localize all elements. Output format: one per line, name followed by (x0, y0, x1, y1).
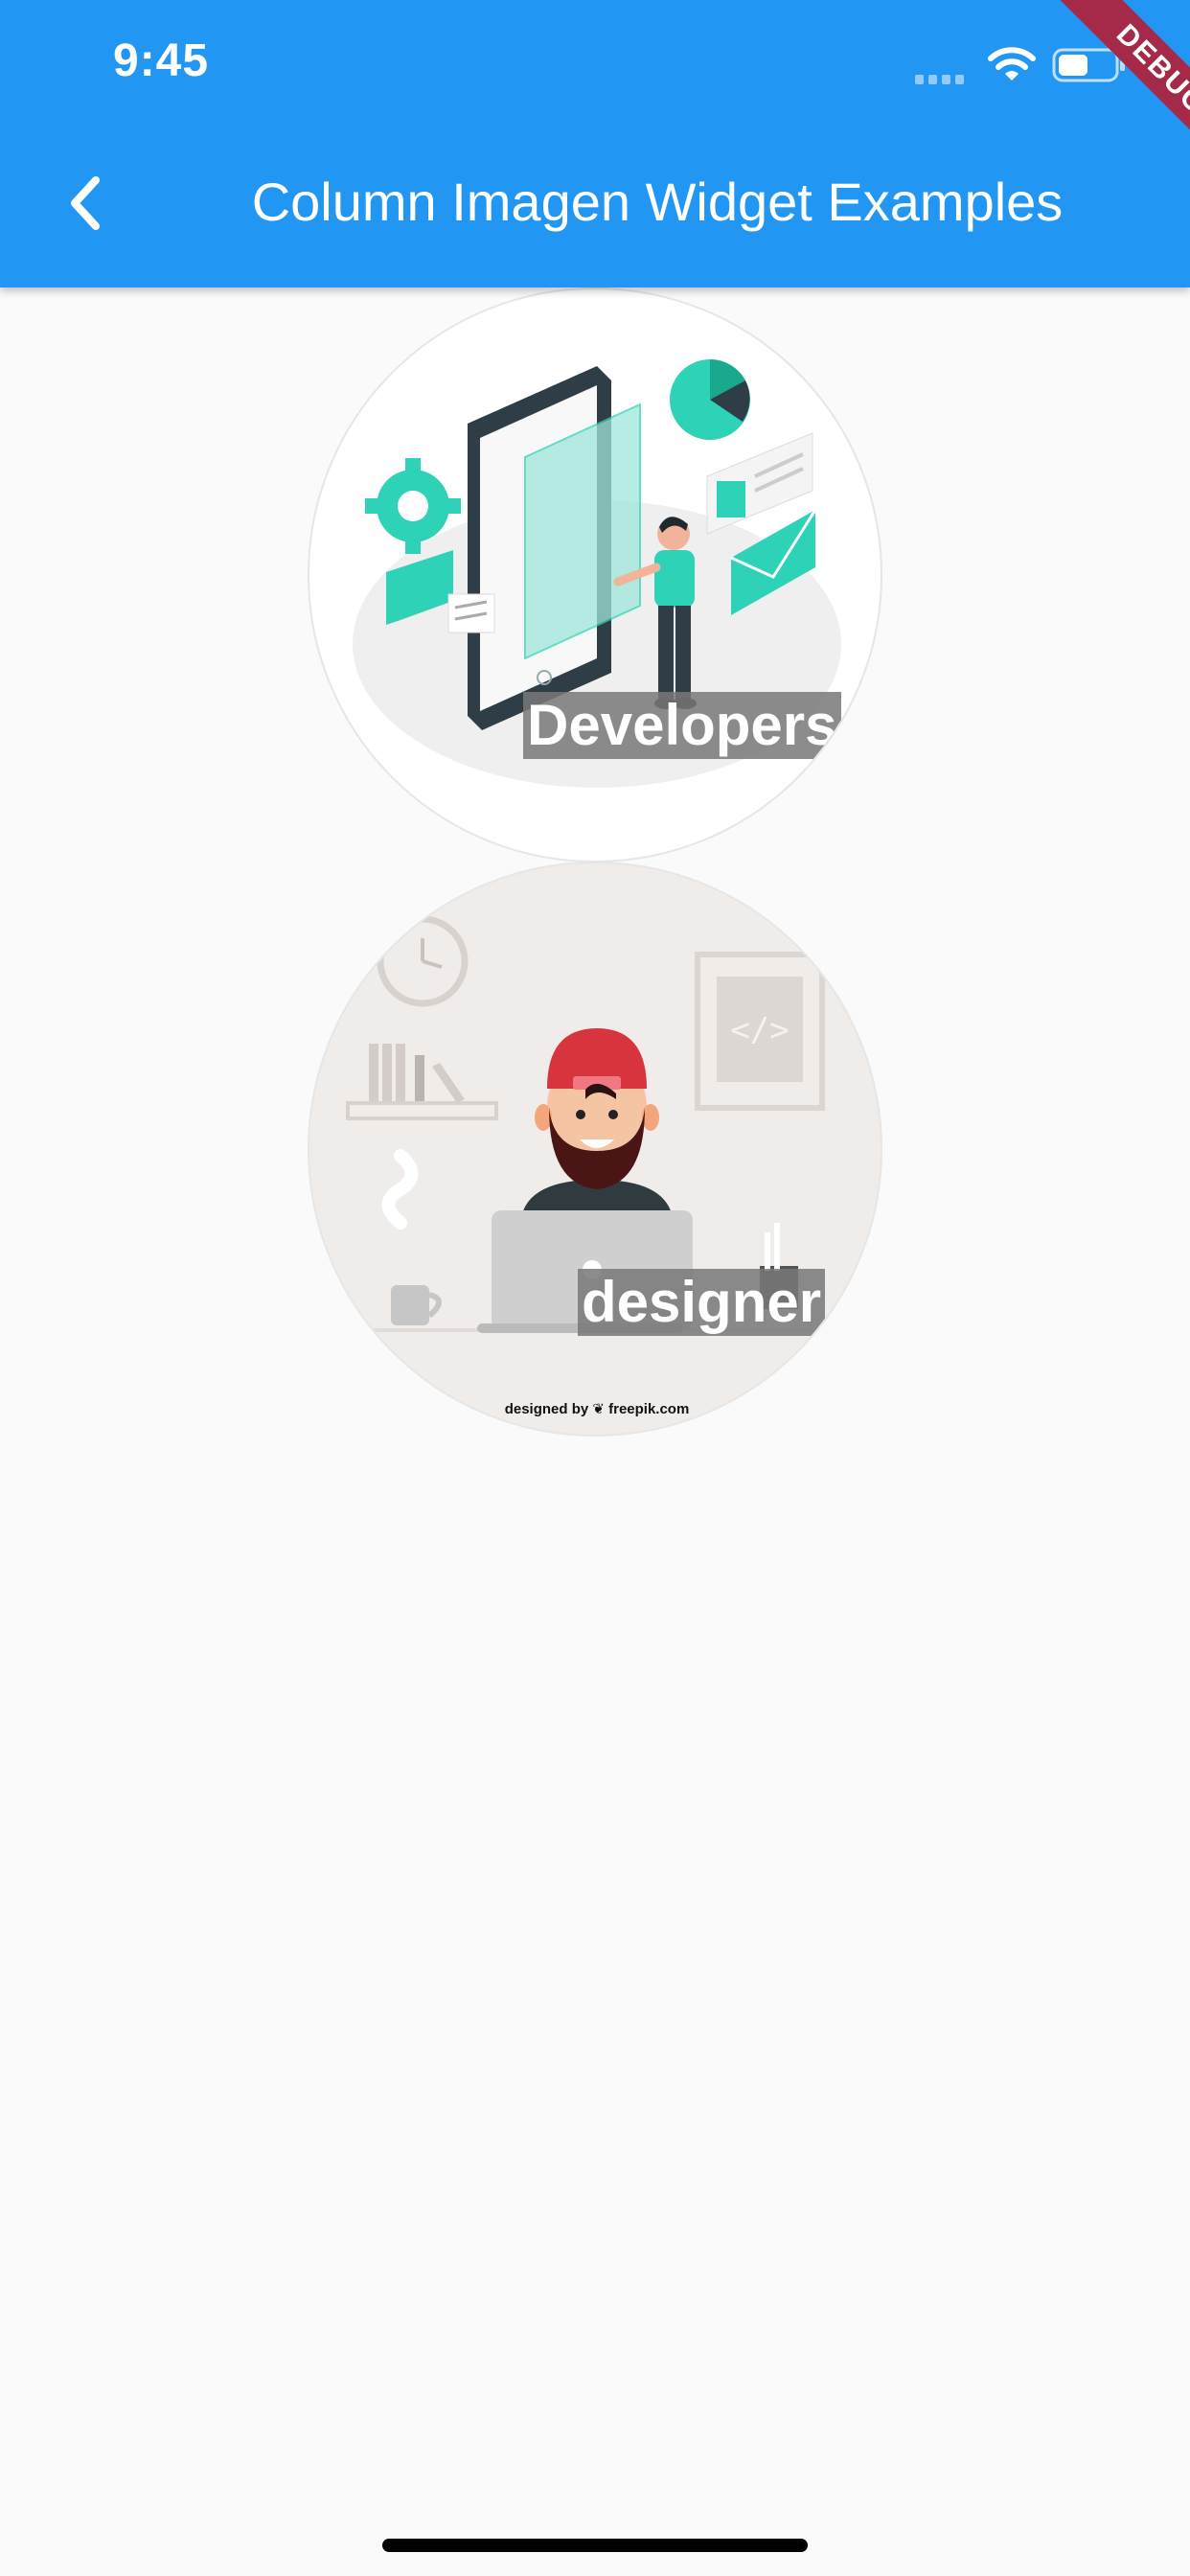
back-button[interactable] (46, 165, 123, 242)
designer-illustration: </> (346, 915, 846, 1333)
chevron-left-icon (71, 176, 100, 230)
designer-caption: designer (578, 1269, 826, 1336)
debug-banner: DEBUG (998, 0, 1190, 192)
freepik-credit: designed by ❦ freepik.com (504, 1401, 690, 1417)
status-time: 9:45 (113, 35, 210, 86)
developers-caption: Developers (523, 692, 841, 759)
developer-illustration (353, 358, 841, 788)
designer-image-card: </> designer designed by ❦ freepik.com (308, 862, 882, 1437)
home-indicator[interactable] (382, 2539, 808, 2552)
developers-image-card: Developers (308, 288, 882, 862)
debug-label: DEBUG (1057, 0, 1190, 174)
cellular-signal-icon (915, 75, 964, 84)
svg-text:</>: </> (730, 1011, 789, 1049)
